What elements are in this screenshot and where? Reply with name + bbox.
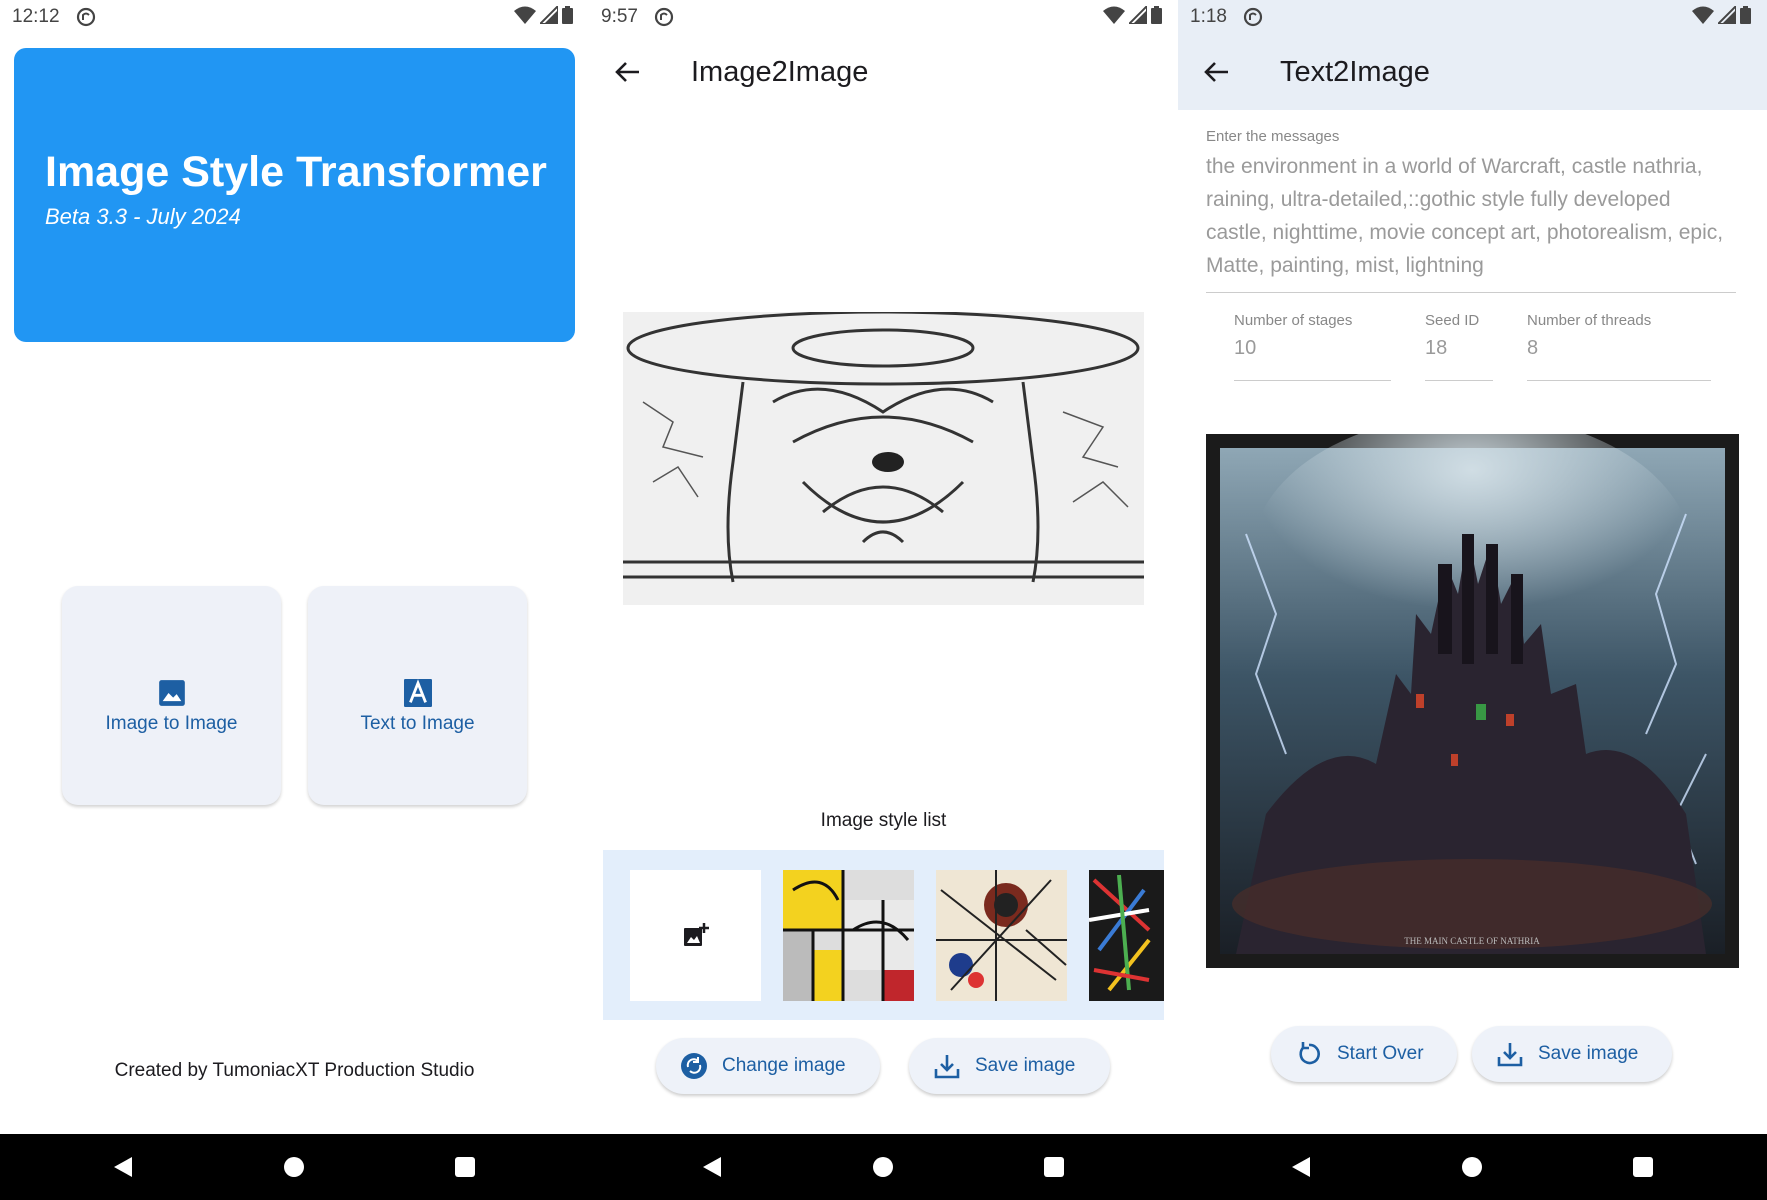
signal-icon: [1718, 6, 1736, 24]
text-to-image-card[interactable]: Text to Image: [308, 586, 527, 805]
threads-field[interactable]: Number of threads 8: [1527, 312, 1711, 381]
app-bar: Text2Image: [1178, 34, 1767, 110]
text2image-screen: 1:18 Text2Image Enter the messages the e…: [1178, 0, 1767, 1134]
back-arrow-icon[interactable]: [613, 57, 643, 87]
back-triangle-icon[interactable]: [701, 1156, 723, 1178]
sync-icon: [681, 1053, 707, 1079]
system-navigation-bar: [0, 1134, 1767, 1200]
messages-input[interactable]: the environment in a world of Warcraft, …: [1206, 150, 1736, 282]
status-bar: 12:12: [0, 0, 589, 34]
save-image-label: Save image: [1538, 1043, 1639, 1064]
text-to-image-label: Text to Image: [360, 712, 475, 734]
battery-icon: [562, 6, 573, 24]
battery-icon: [1740, 6, 1751, 24]
style-tile-kandinsky[interactable]: [936, 870, 1067, 1001]
recents-square-icon[interactable]: [454, 1156, 476, 1178]
text-a-icon: [403, 678, 432, 707]
threads-value: 8: [1527, 337, 1539, 359]
stages-value: 10: [1234, 337, 1257, 359]
stages-label: Number of stages: [1234, 312, 1353, 329]
messages-label: Enter the messages: [1206, 128, 1340, 145]
change-image-button[interactable]: Change image: [656, 1038, 880, 1094]
wifi-icon: [1692, 6, 1714, 24]
style-list: [603, 850, 1164, 1020]
image-to-image-label: Image to Image: [105, 712, 238, 734]
page-title: Text2Image: [1280, 55, 1430, 88]
recents-square-icon[interactable]: [1632, 1156, 1654, 1178]
threads-underline: [1527, 380, 1711, 381]
download-icon: [1497, 1043, 1523, 1067]
status-bar: 9:57: [589, 0, 1178, 34]
seed-underline: [1425, 380, 1493, 381]
save-image-button[interactable]: Save image: [909, 1038, 1110, 1094]
recents-square-icon[interactable]: [1043, 1156, 1065, 1178]
wifi-icon: [514, 6, 536, 24]
status-bar: 1:18: [1178, 0, 1767, 34]
add-style-tile[interactable]: [630, 870, 761, 1001]
stages-field[interactable]: Number of stages 10: [1234, 312, 1391, 381]
home-circle-icon[interactable]: [1461, 1156, 1483, 1178]
back-triangle-icon[interactable]: [1290, 1156, 1312, 1178]
restart-icon: [1299, 1042, 1320, 1065]
stages-underline: [1234, 380, 1391, 381]
change-image-label: Change image: [722, 1055, 846, 1076]
nfc-icon: [76, 7, 95, 27]
signal-icon: [540, 6, 558, 24]
image2image-screen: 9:57 Image2Image Image style list Change…: [589, 0, 1178, 1134]
battery-icon: [1151, 6, 1162, 24]
back-triangle-icon[interactable]: [112, 1156, 134, 1178]
stylized-image: [623, 312, 1144, 605]
save-image-label: Save image: [975, 1055, 1076, 1076]
seed-label: Seed ID: [1425, 312, 1480, 329]
generated-castle-image: THE MAIN CASTLE OF NATHRIA: [1206, 434, 1739, 968]
image-to-image-card[interactable]: Image to Image: [62, 586, 281, 805]
signal-icon: [1129, 6, 1147, 24]
image-icon: [158, 679, 185, 706]
credit-text: Created by TumoniacXT Production Studio: [114, 1060, 475, 1081]
image-caption: THE MAIN CASTLE OF NATHRIA: [1404, 936, 1540, 946]
back-arrow-icon[interactable]: [1202, 57, 1232, 87]
status-time: 9:57: [601, 6, 638, 27]
save-image-button[interactable]: Save image: [1472, 1026, 1672, 1082]
seed-value: 18: [1425, 337, 1448, 359]
wifi-icon: [1103, 6, 1125, 24]
messages-underline: [1206, 292, 1736, 293]
style-tile-abstract[interactable]: [1089, 870, 1164, 1001]
seed-field[interactable]: Seed ID 18: [1425, 312, 1493, 381]
style-tile-popart[interactable]: [783, 870, 914, 1001]
home-circle-icon[interactable]: [872, 1156, 894, 1178]
app-bar: Image2Image: [589, 34, 1178, 110]
download-icon: [934, 1055, 960, 1079]
start-over-button[interactable]: Start Over: [1271, 1026, 1457, 1082]
threads-label: Number of threads: [1527, 312, 1652, 329]
nfc-icon: [1243, 7, 1263, 27]
status-time: 1:18: [1190, 6, 1227, 27]
app-title: Image Style Transformer: [45, 148, 547, 196]
app-title-card: Image Style Transformer Beta 3.3 - July …: [14, 48, 575, 342]
nfc-icon: [654, 7, 674, 27]
home-screen: 12:12 Image Style Transformer Beta 3.3 -…: [0, 0, 589, 1134]
start-over-label: Start Over: [1337, 1043, 1424, 1064]
home-circle-icon[interactable]: [283, 1156, 305, 1178]
style-list-label: Image style list: [820, 810, 947, 831]
app-version: Beta 3.3 - July 2024: [45, 204, 241, 229]
page-title: Image2Image: [691, 55, 869, 88]
add-photo-icon: [683, 922, 709, 946]
status-time: 12:12: [12, 6, 60, 27]
